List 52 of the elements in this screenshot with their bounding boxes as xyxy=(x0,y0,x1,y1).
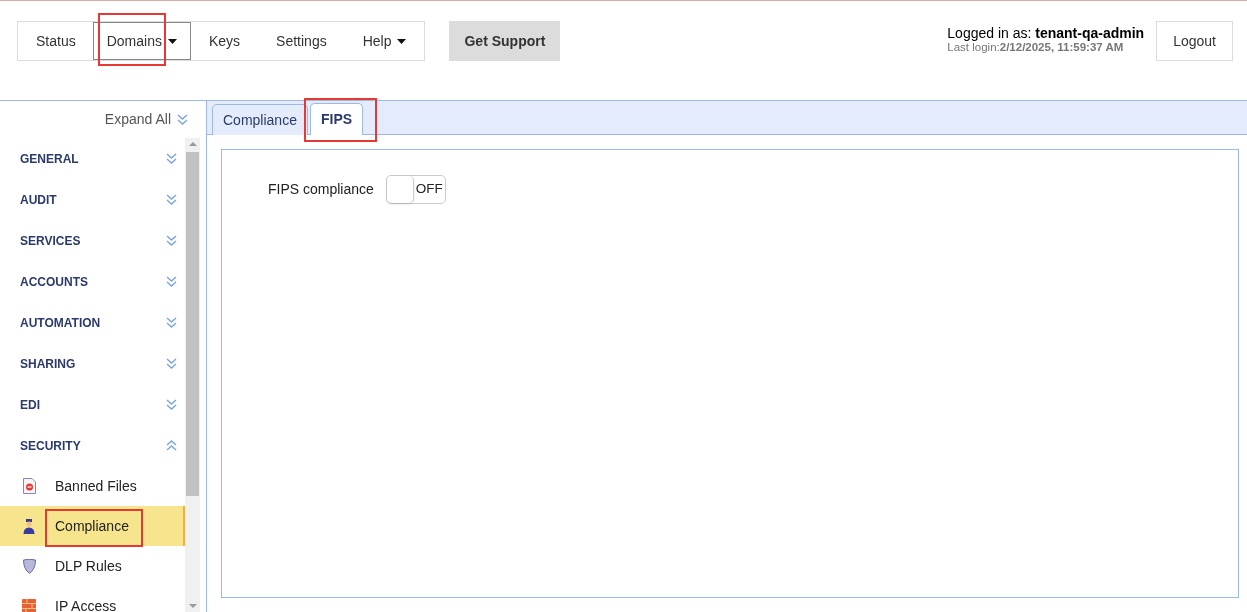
shield-icon xyxy=(22,558,36,574)
double-chevron-down-icon[interactable] xyxy=(166,358,177,369)
field-label: FIPS compliance xyxy=(268,180,374,199)
section-header[interactable]: AUDIT xyxy=(20,190,57,209)
caret-down-icon xyxy=(397,38,407,44)
sidebar-item-label: DLP Rules xyxy=(55,556,122,576)
highlight-frame xyxy=(97,13,166,66)
double-chevron-down-icon[interactable] xyxy=(166,276,177,287)
caret-down-icon xyxy=(167,38,177,44)
get-support-button[interactable]: Get Support xyxy=(449,21,561,61)
sidebar-item-label: Banned Files xyxy=(55,476,137,496)
sidebar-item-label: IP Access xyxy=(55,596,117,612)
scroll-up-icon[interactable] xyxy=(188,142,197,146)
brick-wall-icon xyxy=(22,599,36,612)
nav-item[interactable]: Domains xyxy=(92,22,191,60)
section-header[interactable]: ACCOUNTS xyxy=(20,272,88,291)
toggle-knob xyxy=(386,176,414,203)
double-chevron-down-icon[interactable] xyxy=(166,399,177,410)
toggle-text: OFF xyxy=(414,180,444,199)
sidebar-item[interactable]: Compliance xyxy=(0,506,185,546)
expand-all-button[interactable]: Expand All xyxy=(104,109,171,130)
section-header[interactable]: SHARING xyxy=(20,354,76,373)
nav-item[interactable]: Help xyxy=(344,22,425,60)
logged-in-text: Logged in as: tenant-qa-admin xyxy=(947,26,1145,41)
double-chevron-up-icon[interactable] xyxy=(166,440,177,451)
section-header[interactable]: SERVICES xyxy=(20,231,81,250)
sidebar-item[interactable]: Banned Files xyxy=(0,466,185,506)
person-icon xyxy=(23,518,35,534)
scroll-down-icon[interactable] xyxy=(188,604,197,608)
tab[interactable]: FIPS xyxy=(309,103,364,135)
section-header[interactable]: AUTOMATION xyxy=(20,313,101,332)
section-header[interactable]: GENERAL xyxy=(20,149,79,168)
logout-button[interactable]: Logout xyxy=(1156,21,1233,61)
double-chevron-down-icon[interactable] xyxy=(166,235,177,246)
last-login-text: Last login:2/12/2025, 11:59:37 AM xyxy=(947,41,1125,54)
double-chevron-down-icon[interactable] xyxy=(166,317,177,328)
document-stop-icon xyxy=(22,478,36,494)
double-chevron-down-icon[interactable] xyxy=(177,114,188,125)
double-chevron-down-icon[interactable] xyxy=(166,194,177,205)
section-header[interactable]: SECURITY xyxy=(20,436,81,455)
scrollbar[interactable] xyxy=(185,138,200,612)
section-header[interactable]: EDI xyxy=(20,395,40,414)
nav-item[interactable]: Status xyxy=(18,22,94,60)
toggle-switch[interactable]: OFF xyxy=(385,175,446,204)
scrollbar-thumb[interactable] xyxy=(186,152,199,496)
nav-item[interactable]: Keys xyxy=(190,22,259,60)
sidebar-item[interactable]: DLP Rules xyxy=(0,546,185,586)
nav-item[interactable]: Settings xyxy=(258,22,345,60)
sidebar-item-label: Compliance xyxy=(55,516,129,536)
tab[interactable]: Compliance xyxy=(212,104,308,135)
double-chevron-down-icon[interactable] xyxy=(166,153,177,164)
sidebar-item[interactable]: IP Access xyxy=(0,586,185,612)
